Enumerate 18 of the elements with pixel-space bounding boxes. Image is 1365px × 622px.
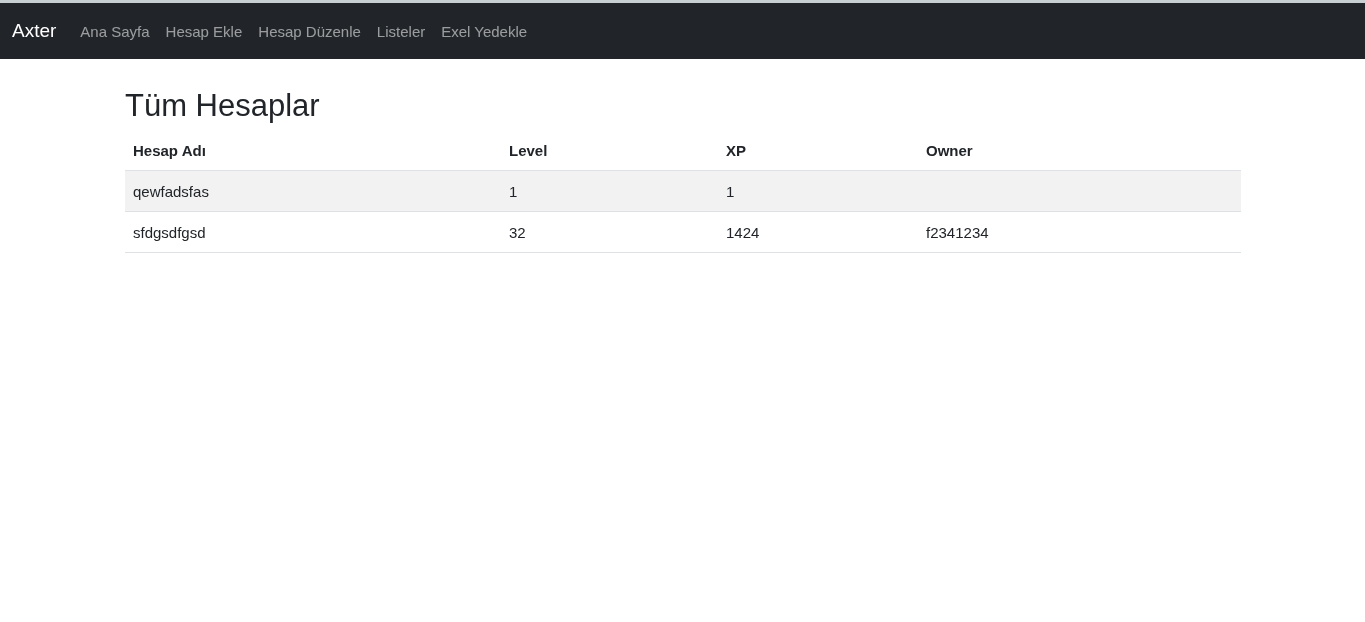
nav-link[interactable]: Ana Sayfa xyxy=(72,22,158,40)
table-cell: sfdgsdfgsd xyxy=(133,223,206,241)
column-header: Hesap Adı xyxy=(125,130,501,171)
table-cell: 1 xyxy=(509,182,518,200)
column-header: XP xyxy=(718,130,918,171)
nav-link[interactable]: Listeler xyxy=(368,22,434,40)
nav-link[interactable]: Hesap Ekle xyxy=(157,22,251,40)
table-cell: qewfadsfas xyxy=(133,182,209,200)
column-header: Level xyxy=(501,130,718,171)
page-heading: Tüm Hesaplar xyxy=(125,87,321,125)
nav-link[interactable]: Exel Yedekle xyxy=(433,22,536,40)
table-cell: f2341234 xyxy=(926,223,989,241)
brand-link[interactable]: Axter xyxy=(12,20,57,42)
column-header: Owner xyxy=(918,130,1241,171)
table-cell: 1 xyxy=(726,182,735,200)
table-cell: 1424 xyxy=(726,223,760,241)
nav-link[interactable]: Hesap Düzenle xyxy=(250,22,369,40)
table-cell: 32 xyxy=(509,223,526,241)
